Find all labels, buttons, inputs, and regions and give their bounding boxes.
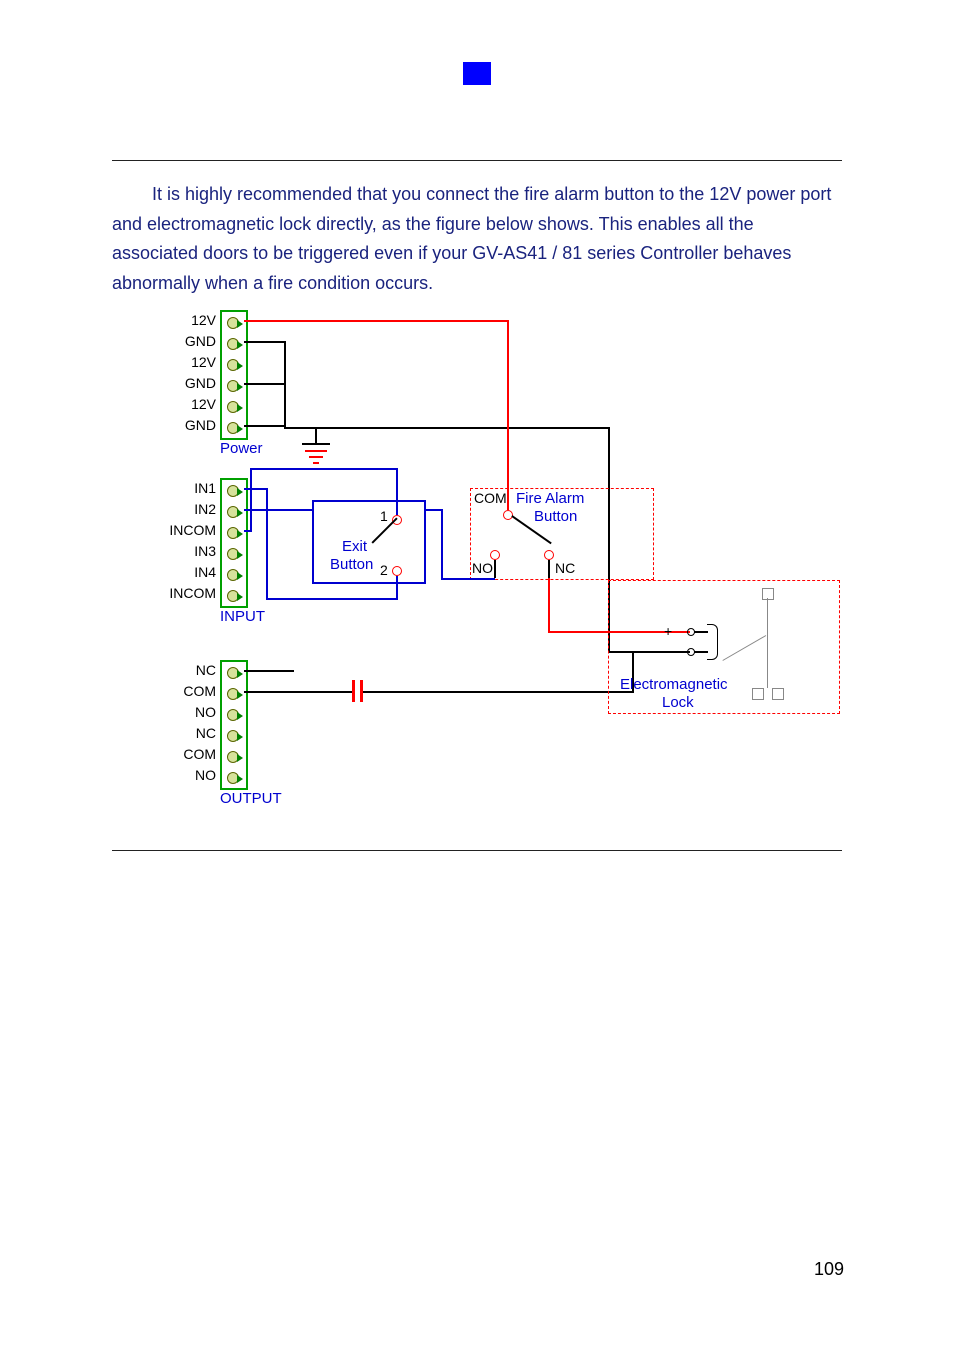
- output-pin-no-1: NO: [156, 704, 216, 720]
- fire-alarm-label-1: Fire Alarm: [516, 490, 584, 507]
- exit-button-pin2-label: 2: [380, 562, 388, 578]
- em-lock-box: [608, 580, 840, 714]
- output-block-label: OUTPUT: [220, 790, 282, 807]
- power-terminal-block: [220, 310, 248, 440]
- power-block-label: Power: [220, 440, 263, 457]
- rule-top: [112, 160, 842, 161]
- output-pin-no-2: NO: [156, 767, 216, 783]
- fire-alarm-label-2: Button: [534, 508, 577, 525]
- power-pin-12v-2: 12V: [156, 354, 216, 370]
- input-pin-in1: IN1: [156, 480, 216, 496]
- input-terminal-block: [220, 478, 248, 608]
- em-lock-label-1: Electromagnetic: [620, 676, 728, 693]
- page-number: 109: [814, 1259, 844, 1280]
- body-paragraph: It is highly recommended that you connec…: [112, 180, 832, 299]
- input-pin-in2: IN2: [156, 501, 216, 517]
- output-terminal-block: [220, 660, 248, 790]
- input-pin-incom2: INCOM: [156, 585, 216, 601]
- chapter-number: 4: [498, 58, 509, 81]
- power-pin-gnd-3: GND: [156, 417, 216, 433]
- fire-alarm-com-label: COM: [474, 490, 507, 506]
- fire-alarm-nc-label: NC: [555, 560, 575, 576]
- input-pin-incom1: INCOM: [156, 522, 216, 538]
- input-block-label: INPUT: [220, 608, 265, 625]
- chapter-badge: [463, 62, 491, 85]
- exit-button-pin1-label: 1: [380, 508, 388, 524]
- em-lock-minus: -: [664, 643, 669, 659]
- wiring-diagram: 12V GND 12V GND 12V GND Power IN1 IN2 IN…: [112, 310, 842, 850]
- em-lock-label-2: Lock: [662, 694, 694, 711]
- output-pin-nc-1: NC: [156, 662, 216, 678]
- power-pin-gnd-1: GND: [156, 333, 216, 349]
- fire-alarm-no-label: NO: [472, 560, 493, 576]
- output-pin-com-1: COM: [156, 683, 216, 699]
- output-pin-com-2: COM: [156, 746, 216, 762]
- power-pin-12v-3: 12V: [156, 396, 216, 412]
- document-page: 4 It is highly recommended that you conn…: [0, 0, 954, 1350]
- input-pin-in3: IN3: [156, 543, 216, 559]
- input-pin-in4: IN4: [156, 564, 216, 580]
- paragraph-text: It is highly recommended that you connec…: [112, 184, 831, 293]
- exit-button-label-2: Button: [330, 556, 373, 573]
- power-pin-12v-1: 12V: [156, 312, 216, 328]
- exit-button-label-1: Exit: [342, 538, 367, 555]
- power-pin-gnd-2: GND: [156, 375, 216, 391]
- em-lock-plus: +: [664, 623, 672, 639]
- rule-bottom: [112, 850, 842, 851]
- output-pin-nc-2: NC: [156, 725, 216, 741]
